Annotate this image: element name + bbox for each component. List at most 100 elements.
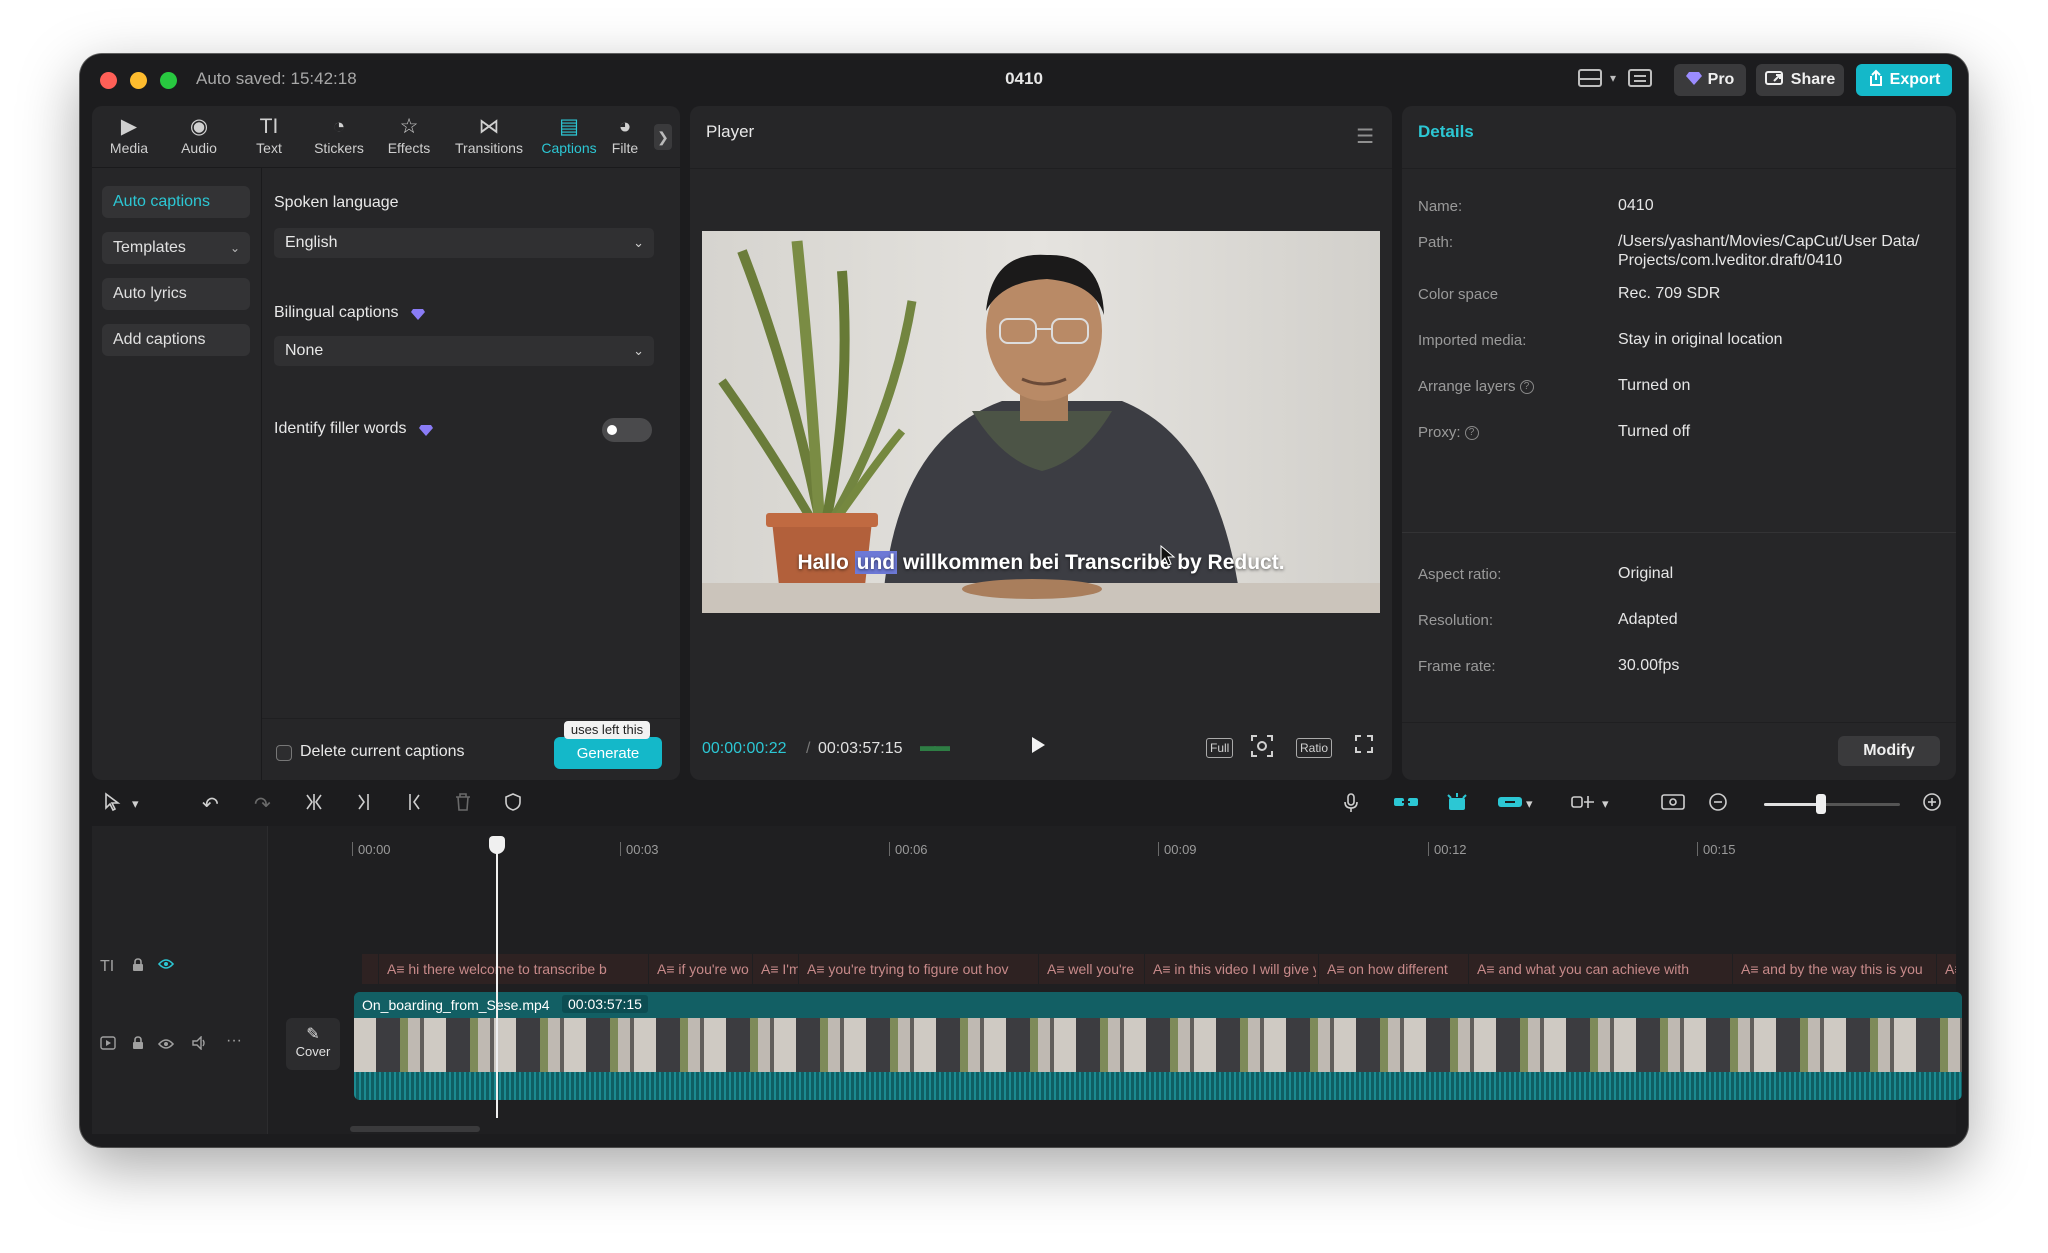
arrange-layers-value: Turned on <box>1618 377 1691 394</box>
playhead[interactable] <box>496 842 498 1118</box>
microphone-icon[interactable] <box>1342 792 1360 820</box>
chevron-down-icon[interactable]: ▾ <box>1610 71 1616 95</box>
more-options-icon[interactable]: ··· <box>226 1032 242 1050</box>
zoom-in-icon[interactable] <box>1922 792 1944 820</box>
spoken-language-select[interactable]: English ⌄ <box>274 228 654 258</box>
video-preview[interactable]: Hallo und willkommen bei Transcribe by R… <box>702 231 1380 613</box>
layout-icon[interactable] <box>1578 67 1604 91</box>
sidebar-item-auto-lyrics[interactable]: Auto lyrics <box>102 278 250 310</box>
preview-axis-icon[interactable] <box>1570 792 1596 818</box>
capcut-window: Auto saved: 15:42:18 0410 ▾ Pro Share Ex… <box>80 54 1968 1147</box>
caption-clip[interactable]: A≡ hi there welcome to transcribe b <box>378 954 628 984</box>
zoom-slider-handle[interactable] <box>1816 794 1826 814</box>
imported-media-value: Stay in original location <box>1618 331 1783 348</box>
color-space-value: Rec. 709 SDR <box>1618 285 1721 302</box>
pro-button[interactable]: Pro <box>1674 64 1746 96</box>
video-clip[interactable]: On_boarding_from_Sese.mp4 00:03:57:15 <box>354 992 1962 1100</box>
total-time: 00:03:57:15 <box>818 740 903 757</box>
diamond-icon <box>1685 71 1702 90</box>
select-tool-icon[interactable] <box>104 792 122 818</box>
chevron-down-icon[interactable]: ▾ <box>1602 796 1609 812</box>
sidebar-item-auto-captions[interactable]: Auto captions <box>102 186 250 218</box>
cover-button[interactable]: ✎ Cover <box>286 1018 340 1070</box>
tab-text[interactable]: TI Text <box>234 114 304 162</box>
undo-icon[interactable]: ↶ <box>202 792 219 817</box>
path-value: /Users/yashant/Movies/CapCut/User Data/ … <box>1618 232 1919 270</box>
bilingual-captions-select[interactable]: None ⌄ <box>274 336 654 366</box>
caption-clip[interactable]: A≡ <box>1936 954 1956 984</box>
magnet-link-icon[interactable] <box>1392 792 1420 818</box>
frame-rate-label: Frame rate: <box>1418 658 1496 675</box>
ratio-button[interactable]: Ratio <box>1296 738 1333 758</box>
eye-icon[interactable] <box>157 957 175 975</box>
play-button[interactable] <box>1030 736 1046 760</box>
trim-left-icon[interactable] <box>354 792 374 818</box>
export-button[interactable]: Export <box>1856 64 1952 96</box>
share-button[interactable]: Share <box>1756 64 1844 96</box>
linkage-icon[interactable] <box>1496 792 1524 818</box>
tab-audio[interactable]: ◉ Audio <box>164 114 234 162</box>
tab-transitions[interactable]: ⋈ Transitions <box>446 114 532 162</box>
lock-icon[interactable] <box>132 1036 144 1055</box>
generate-button[interactable]: Generate <box>554 737 662 769</box>
chevron-down-icon: ⌄ <box>633 343 644 358</box>
timeline-scrollbar[interactable] <box>350 1126 480 1132</box>
share-label: Share <box>1790 71 1836 88</box>
uses-left-tooltip: uses left this <box>564 721 650 739</box>
help-icon[interactable]: ? <box>1519 380 1534 395</box>
sidebar-item-label: Templates <box>113 239 186 256</box>
caption-clip[interactable]: A≡ in this video I will give yo <box>1144 954 1316 984</box>
caption-clip[interactable]: A≡ and by the way this is you <box>1732 954 1932 984</box>
tab-captions[interactable]: ▤ Captions <box>534 114 604 162</box>
menu-icon[interactable]: ☰ <box>1356 124 1374 149</box>
tab-filters[interactable]: ◕ Filte <box>598 114 652 162</box>
caption-clip[interactable]: A≡ you're trying to figure out hov <box>798 954 1020 984</box>
fullscreen-icon[interactable] <box>1354 734 1374 760</box>
caption-clip[interactable]: A≡ and what you can achieve with <box>1468 954 1702 984</box>
player-panel: Player ☰ Hallo und willkommen bei Transc… <box>690 106 1392 780</box>
tab-effects[interactable]: ☆ Effects <box>374 114 444 162</box>
name-label: Name: <box>1418 198 1463 215</box>
lock-icon[interactable] <box>132 958 144 977</box>
auto-snap-icon[interactable] <box>1444 792 1470 820</box>
timecode-grid-icon[interactable]: ▬▬ <box>920 738 950 756</box>
sidebar-item-templates[interactable]: Templates ⌄ <box>102 232 250 264</box>
chevron-right-icon[interactable]: ❯ <box>654 124 672 150</box>
divider <box>1402 532 1956 533</box>
sidebar-item-add-captions[interactable]: Add captions <box>102 324 250 356</box>
zoom-out-icon[interactable] <box>1708 792 1730 820</box>
caption-text: Hallo <box>797 551 855 574</box>
trim-right-icon[interactable] <box>404 792 424 818</box>
caption-clip[interactable]: A≡ well you're <box>1038 954 1142 984</box>
filler-words-toggle[interactable] <box>602 418 652 442</box>
details-title: Details <box>1418 122 1474 141</box>
resolution-value: Adapted <box>1618 611 1678 628</box>
screenshot-icon[interactable] <box>1250 734 1274 764</box>
timeline: TI ··· ✎ Cover 00:00 00:03 00:06 00:09 0… <box>92 826 1962 1134</box>
modify-button[interactable]: Modify <box>1838 736 1940 766</box>
name-value: 0410 <box>1618 197 1654 214</box>
chevron-down-icon[interactable]: ▾ <box>1526 796 1533 812</box>
delete-captions-checkbox[interactable] <box>276 745 292 761</box>
eye-icon[interactable] <box>157 1037 175 1055</box>
share-icon <box>1764 70 1785 91</box>
caption-clip[interactable]: A≡ if you're wo <box>648 954 752 984</box>
speaker-icon[interactable] <box>192 1035 208 1055</box>
chevron-down-icon[interactable]: ▾ <box>132 796 139 812</box>
shield-icon[interactable] <box>504 792 522 818</box>
help-icon[interactable]: ? <box>1464 426 1479 441</box>
tab-stickers[interactable]: ◔ Stickers <box>304 114 374 162</box>
panels-icon[interactable] <box>1628 67 1654 91</box>
tab-media[interactable]: ▶︎ Media <box>94 114 164 162</box>
zoom-slider-fill <box>1764 803 1821 806</box>
split-icon[interactable] <box>304 792 324 818</box>
auto-captions-settings: Spoken language English ⌄ Bilingual capt… <box>262 168 680 780</box>
divider <box>1402 168 1956 169</box>
path-line-2: Projects/com.lveditor.draft/0410 <box>1618 252 1843 269</box>
aspect-ratio-value: Original <box>1618 565 1674 582</box>
caption-clip[interactable]: A≡ I'm <box>752 954 798 984</box>
replace-icon[interactable] <box>1660 792 1686 818</box>
caption-clip[interactable]: A≡ on how different <box>1318 954 1466 984</box>
clip-thumbnails <box>354 1018 1962 1072</box>
full-quality-button[interactable]: Full <box>1206 738 1234 758</box>
